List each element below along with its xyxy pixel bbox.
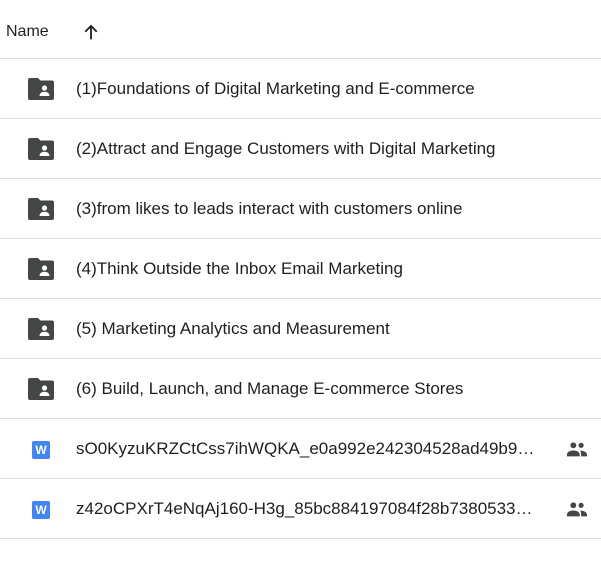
folder-name: (1)Foundations of Digital Marketing and …	[76, 79, 475, 98]
shared-folder-icon	[28, 318, 54, 340]
file-name: z42oCPXrT4eNqAj160-H3g_85bc884197084f28b…	[76, 499, 533, 518]
name-column-label[interactable]: Name	[6, 23, 49, 41]
folder-name: (2)Attract and Engage Customers with Dig…	[76, 139, 496, 158]
file-row[interactable]: W z42oCPXrT4eNqAj160-H3g_85bc884197084f2…	[0, 479, 601, 539]
folder-row[interactable]: (3)from likes to leads interact with cus…	[0, 179, 601, 239]
file-list: (1)Foundations of Digital Marketing and …	[0, 59, 601, 539]
folder-row[interactable]: (6) Build, Launch, and Manage E-commerce…	[0, 359, 601, 419]
shared-folder-icon	[28, 258, 54, 280]
word-doc-icon: W	[32, 441, 50, 459]
shared-folder-icon	[28, 138, 54, 160]
folder-row[interactable]: (1)Foundations of Digital Marketing and …	[0, 59, 601, 119]
arrow-up-icon[interactable]	[80, 21, 102, 43]
column-header: Name	[0, 0, 601, 59]
folder-row[interactable]: (2)Attract and Engage Customers with Dig…	[0, 119, 601, 179]
folder-row[interactable]: (4)Think Outside the Inbox Email Marketi…	[0, 239, 601, 299]
word-doc-icon: W	[32, 501, 50, 519]
shared-folder-icon	[28, 378, 54, 400]
folder-name: (4)Think Outside the Inbox Email Marketi…	[76, 259, 403, 278]
shared-folder-icon	[28, 78, 54, 100]
people-icon	[566, 500, 588, 518]
folder-row[interactable]: (5) Marketing Analytics and Measurement	[0, 299, 601, 359]
people-icon	[566, 440, 588, 458]
shared-folder-icon	[28, 198, 54, 220]
folder-name: (3)from likes to leads interact with cus…	[76, 199, 463, 218]
file-name: sO0KyzuKRZCtCss7ihWQKA_e0a992e242304528a…	[76, 439, 535, 458]
folder-name: (5) Marketing Analytics and Measurement	[76, 319, 390, 338]
file-row[interactable]: W sO0KyzuKRZCtCss7ihWQKA_e0a992e24230452…	[0, 419, 601, 479]
folder-name: (6) Build, Launch, and Manage E-commerce…	[76, 379, 464, 398]
